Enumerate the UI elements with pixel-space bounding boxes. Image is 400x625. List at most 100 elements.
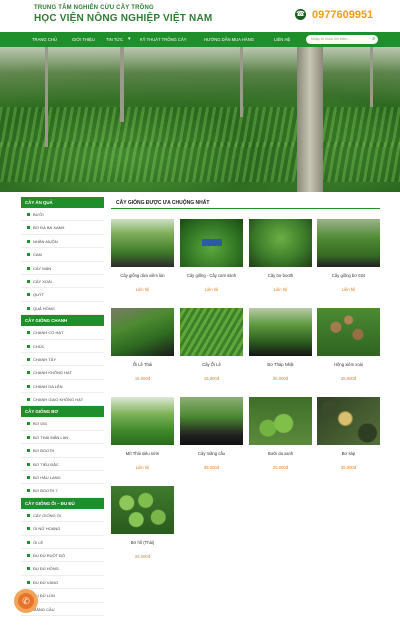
product-card[interactable]: Cây giống bơ 034 Liên hệ [317, 219, 380, 305]
sidebar-item[interactable]: ĐU ĐỦ VÀNG [21, 576, 104, 590]
product-name[interactable]: Cây giống - Cây cam sành [180, 273, 243, 278]
sidebar-item[interactable]: CHÚC [21, 340, 104, 353]
product-card[interactable]: Bưởi da xanh 25.000đ [249, 397, 312, 483]
product-image[interactable] [317, 397, 380, 445]
product-name[interactable]: Cây Ổi Lê [180, 362, 243, 367]
sidebar-item[interactable]: CAM [21, 248, 104, 262]
product-price: 25.000đ [272, 465, 289, 470]
product-name[interactable]: Cây bơ booth [249, 273, 312, 278]
logo-title[interactable]: HỌC VIỆN NÔNG NGHIỆP VIỆT NAM [34, 13, 212, 24]
nav-item-home[interactable]: TRANG CHỦ [32, 32, 57, 47]
product-card[interactable]: Cây giống dừa xiêm lùn Liên hệ [111, 219, 174, 305]
product-name[interactable]: Mít Thái siêu sớm [111, 451, 174, 456]
product-image[interactable] [111, 308, 174, 356]
sidebar-item[interactable]: ỔI LÊ [21, 536, 104, 549]
product-price: 35.000đ [340, 376, 357, 381]
product-name[interactable]: Bưởi da xanh [249, 451, 312, 456]
sidebar-item[interactable]: CÂY MẬN [21, 262, 104, 275]
sidebar-item[interactable]: BƠ BOOTH [21, 444, 104, 458]
sidebar-item[interactable]: CHANH DA LÊN [21, 380, 104, 394]
main-nav: TRANG CHỦ GIỚI THIỆU TIN TỨC ▾ KỸ THUẬT … [0, 32, 400, 47]
sidebar-group-title[interactable]: CÂY ĂN QUẢ [21, 197, 104, 208]
hotline-number[interactable]: 0977609951 [312, 9, 373, 21]
product-card[interactable]: Bơ hồ (Thái) 25.000đ [111, 486, 174, 572]
sidebar-group-title[interactable]: CÂY GIỐNG ỔI – ĐU ĐỦ [21, 497, 104, 509]
product-price: Liên hệ [204, 287, 219, 292]
category-sidebar: CÂY ĂN QUẢ BƯỞI BƠ ĐÀ BÁ XANH NHÃN MUỘN … [21, 197, 104, 616]
product-image[interactable] [180, 397, 243, 445]
logo-subtitle[interactable]: TRUNG TÂM NGHIÊN CỨU CÂY TRỒNG [34, 5, 154, 11]
search-icon[interactable]: ⌕ [372, 36, 375, 43]
product-card[interactable]: Bơ Tháp Nhật 35.000đ [249, 308, 312, 394]
hero-banner [0, 47, 400, 192]
product-card[interactable]: Cây Ổi Lê 15.000đ [180, 308, 243, 394]
product-name[interactable]: Cây giống dừa xiêm lùn [111, 273, 174, 278]
sidebar-group-title[interactable]: CÂY GIỐNG BƠ [21, 406, 104, 418]
sidebar-item[interactable]: NHÃN MUỘN [21, 235, 104, 249]
product-price: Liên hệ [135, 465, 150, 470]
product-price: Liên hệ [135, 287, 150, 292]
product-name[interactable]: Cây giống bơ 034 [317, 273, 380, 278]
nav-item-contact[interactable]: LIÊN HỆ [274, 32, 290, 47]
sidebar-item[interactable]: BƠ 034 [21, 417, 104, 431]
product-card[interactable]: Hồng xiêm xoài 35.000đ [317, 308, 380, 394]
call-button[interactable]: ✆ [14, 589, 38, 613]
sidebar-item[interactable]: CÂY XOÀI [21, 275, 104, 289]
product-price: 25.000đ [134, 554, 151, 559]
sidebar-item[interactable]: BƠ THÁI MÃN LAN [21, 431, 104, 445]
sidebar-item[interactable]: QUÝT [21, 288, 104, 302]
section-title: CÂY GIỐNG ĐƯỢC ƯA CHUỘNG NHẤT [111, 197, 380, 209]
product-image[interactable] [317, 308, 380, 356]
sidebar-item[interactable]: ĐU ĐỦ HỒNG [21, 562, 104, 576]
sidebar-item[interactable]: CHANH GIAO KHÔNG HẠT [21, 393, 104, 407]
sidebar-group-title[interactable]: CÂY GIỐNG CHANH [21, 315, 104, 327]
product-name[interactable]: Bơ Tháp Nhật [249, 362, 312, 367]
sidebar-item[interactable]: ỔI NỮ HOÀNG [21, 522, 104, 536]
sidebar-item[interactable]: CHANH CÓ HẠT [21, 326, 104, 340]
product-price: 15.000đ [134, 376, 151, 381]
header: TRUNG TÂM NGHIÊN CỨU CÂY TRỒNG HỌC VIỆN … [0, 0, 400, 32]
search-placeholder: Nhập từ khóa tìm kiếm... [311, 37, 351, 41]
product-image[interactable] [249, 397, 312, 445]
sidebar-item[interactable]: BƠ TIẾU ĐẶC [21, 458, 104, 472]
nav-item-about[interactable]: GIỚI THIỆU [72, 32, 95, 47]
product-name[interactable]: Cây mãng cầu [180, 451, 243, 456]
product-name[interactable]: Ổi Lê Thái [111, 362, 174, 367]
product-image[interactable] [317, 219, 380, 267]
nav-item-buying-guide[interactable]: HƯỚNG DẪN MUA HÀNG [204, 32, 254, 47]
featured-products: CÂY GIỐNG ĐƯỢC ƯA CHUỘNG NHẤT Cây giống … [111, 197, 380, 559]
phone-icon: ✆ [18, 593, 34, 609]
product-image[interactable] [249, 219, 312, 267]
phone-icon: ☎ [295, 9, 306, 20]
product-image[interactable] [180, 219, 243, 267]
product-card[interactable]: Mít Thái siêu sớm Liên hệ [111, 397, 174, 483]
product-name[interactable]: Bơ hồ (Thái) [111, 540, 174, 545]
product-card[interactable]: Cây mãng cầu 35.000đ [180, 397, 243, 483]
nav-item-news[interactable]: TIN TỨC [106, 32, 123, 47]
sidebar-item[interactable]: BƯỞI [21, 208, 104, 222]
product-card[interactable]: Ổi Lê Thái 15.000đ [111, 308, 174, 394]
product-card[interactable]: Cây giống - Cây cam sành Liên hệ [180, 219, 243, 305]
product-name[interactable]: Bơ sáp [317, 451, 380, 456]
product-image[interactable] [180, 308, 243, 356]
nav-item-techniques[interactable]: KỸ THUẬT TRỒNG CÂY [140, 32, 187, 47]
sidebar-item[interactable]: ĐU ĐỦ RUỘT ĐỎ [21, 549, 104, 563]
sidebar-item[interactable]: CÂY GIỐNG ỔI [21, 509, 104, 523]
product-card[interactable]: Bơ sáp 35.000đ [317, 397, 380, 483]
product-image[interactable] [249, 308, 312, 356]
sidebar-item[interactable]: CHANH KHÔNG HẠT [21, 366, 104, 380]
product-card[interactable]: Cây bơ booth Liên hệ [249, 219, 312, 305]
product-price: Liên hệ [341, 287, 356, 292]
sidebar-item[interactable]: BƠ BOOTH 7 [21, 484, 104, 498]
chevron-down-icon: ▾ [128, 36, 131, 42]
product-price: 35.000đ [340, 465, 357, 470]
sidebar-item[interactable]: CHANH TÂY [21, 353, 104, 367]
search-input[interactable]: Nhập từ khóa tìm kiếm... ⌕ [306, 35, 378, 44]
sidebar-item[interactable]: BƠ ĐÀ BÁ XANH [21, 221, 104, 235]
sidebar-item[interactable]: BƠ HẬU LANG [21, 471, 104, 485]
product-image[interactable] [111, 486, 174, 534]
sidebar-item[interactable]: QUẢ HỒNG [21, 302, 104, 316]
product-image[interactable] [111, 219, 174, 267]
product-image[interactable] [111, 397, 174, 445]
product-name[interactable]: Hồng xiêm xoài [317, 362, 380, 367]
